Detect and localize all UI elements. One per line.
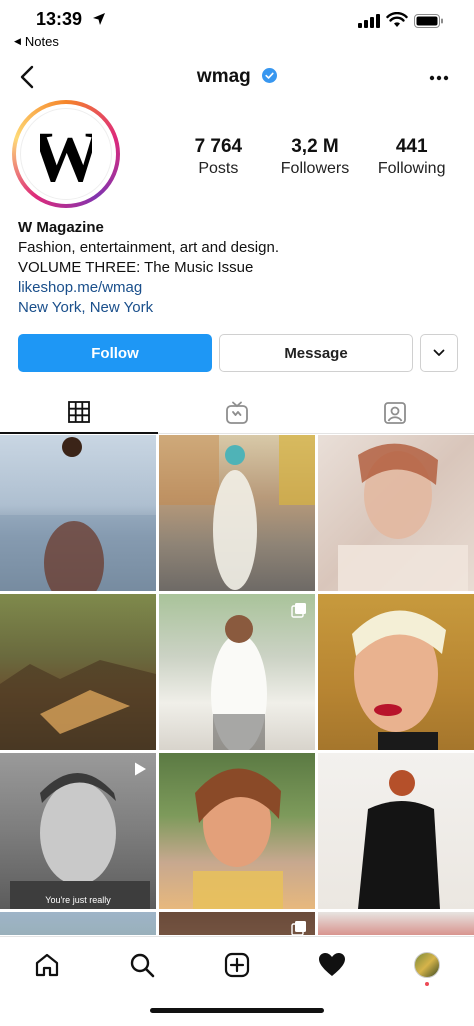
cellular-signal-icon <box>358 14 380 28</box>
posts-value: 7 764 <box>194 136 243 157</box>
post-tile[interactable] <box>318 753 474 909</box>
follow-button[interactable]: Follow <box>18 334 212 372</box>
post-tile[interactable] <box>318 435 474 591</box>
tab-igtv[interactable] <box>158 392 316 434</box>
posts-count[interactable]: 7 764 Posts <box>170 136 267 178</box>
svg-text:W: W <box>40 119 92 189</box>
nav-new-post[interactable] <box>190 937 285 992</box>
posts-label: Posts <box>198 160 239 177</box>
post-tile[interactable] <box>159 435 315 591</box>
profile-header: wmag <box>0 58 474 98</box>
posts-grid: You're just really <box>0 435 474 935</box>
profile-stats: 7 764 Posts 3,2 M Followers 441 Followin… <box>170 136 460 178</box>
message-button[interactable]: Message <box>219 334 413 372</box>
home-icon <box>36 953 59 976</box>
profile-avatar[interactable]: W <box>12 100 120 208</box>
back-to-app-link[interactable]: ◀ Notes <box>14 34 59 49</box>
post-tile[interactable] <box>0 594 156 750</box>
tv-icon <box>226 401 248 424</box>
tab-grid[interactable] <box>0 392 158 434</box>
username-text: wmag <box>196 66 251 87</box>
tab-tagged[interactable] <box>316 392 474 434</box>
post-image <box>352 610 446 750</box>
search-icon <box>130 953 155 977</box>
video-caption: You're just really <box>45 895 111 905</box>
battery-icon <box>414 14 443 28</box>
post-tile[interactable] <box>318 594 474 750</box>
nav-profile[interactable] <box>379 937 474 992</box>
back-app-label: Notes <box>24 34 59 49</box>
followers-value: 3,2 M <box>291 136 339 157</box>
wifi-icon <box>386 12 408 27</box>
post-tile[interactable] <box>159 594 315 750</box>
header-username: wmag <box>0 66 474 88</box>
chevron-down-icon <box>433 349 445 356</box>
nav-home[interactable] <box>0 937 95 992</box>
bio-line-1: Fashion, entertainment, art and design. <box>18 239 279 256</box>
post-tile[interactable] <box>318 912 474 935</box>
post-image <box>0 437 156 591</box>
more-dots-icon <box>429 75 449 81</box>
back-triangle-icon: ◀ <box>14 36 21 46</box>
post-tile[interactable] <box>0 912 156 935</box>
nav-search[interactable] <box>95 937 190 992</box>
location-arrow-icon <box>93 13 105 25</box>
home-indicator <box>150 1008 324 1013</box>
notification-dot <box>424 982 429 986</box>
status-bar: 13:39 ◀ Notes <box>0 0 474 52</box>
post-tile[interactable] <box>159 753 315 909</box>
suggested-accounts-button[interactable] <box>420 334 458 372</box>
w-logo-icon: W <box>40 119 92 189</box>
profile-actions: Follow Message <box>18 334 458 372</box>
followers-label: Followers <box>280 160 350 177</box>
status-time: 13:39 <box>36 9 83 29</box>
post-tile[interactable] <box>159 912 315 935</box>
carousel-icon <box>291 921 306 935</box>
new-post-icon <box>224 952 250 977</box>
post-image <box>338 443 468 591</box>
post-tile[interactable]: You're just really <box>0 753 156 909</box>
avatar-inner: W <box>16 104 116 204</box>
following-label: Following <box>377 160 446 177</box>
profile-name: W Magazine <box>18 219 104 236</box>
following-count[interactable]: 441 Following <box>363 136 460 178</box>
post-tile[interactable] <box>0 435 156 591</box>
verified-badge-icon <box>262 68 278 83</box>
following-value: 441 <box>395 136 428 157</box>
grid-icon <box>68 401 90 423</box>
nav-activity[interactable] <box>284 937 379 992</box>
carousel-icon <box>291 603 306 618</box>
more-options-button[interactable] <box>424 64 454 92</box>
tagged-person-icon <box>384 401 406 424</box>
website-link[interactable]: likeshop.me/wmag <box>18 278 458 298</box>
followers-count[interactable]: 3,2 M Followers <box>267 136 364 178</box>
post-image <box>193 768 283 909</box>
bottom-navigation <box>0 936 474 992</box>
profile-tabs <box>0 392 474 434</box>
avatar-image: W <box>20 108 112 200</box>
video-play-icon <box>135 762 146 776</box>
location-link[interactable]: New York, New York <box>18 298 458 318</box>
bio-line-2: VOLUME THREE: The Music Issue <box>18 259 254 276</box>
profile-bio: W Magazine Fashion, entertainment, art a… <box>18 218 458 318</box>
profile-avatar-icon <box>413 951 440 978</box>
post-image <box>358 770 440 909</box>
post-image <box>159 435 315 590</box>
post-image <box>0 660 156 750</box>
activity-heart-icon <box>318 952 345 976</box>
